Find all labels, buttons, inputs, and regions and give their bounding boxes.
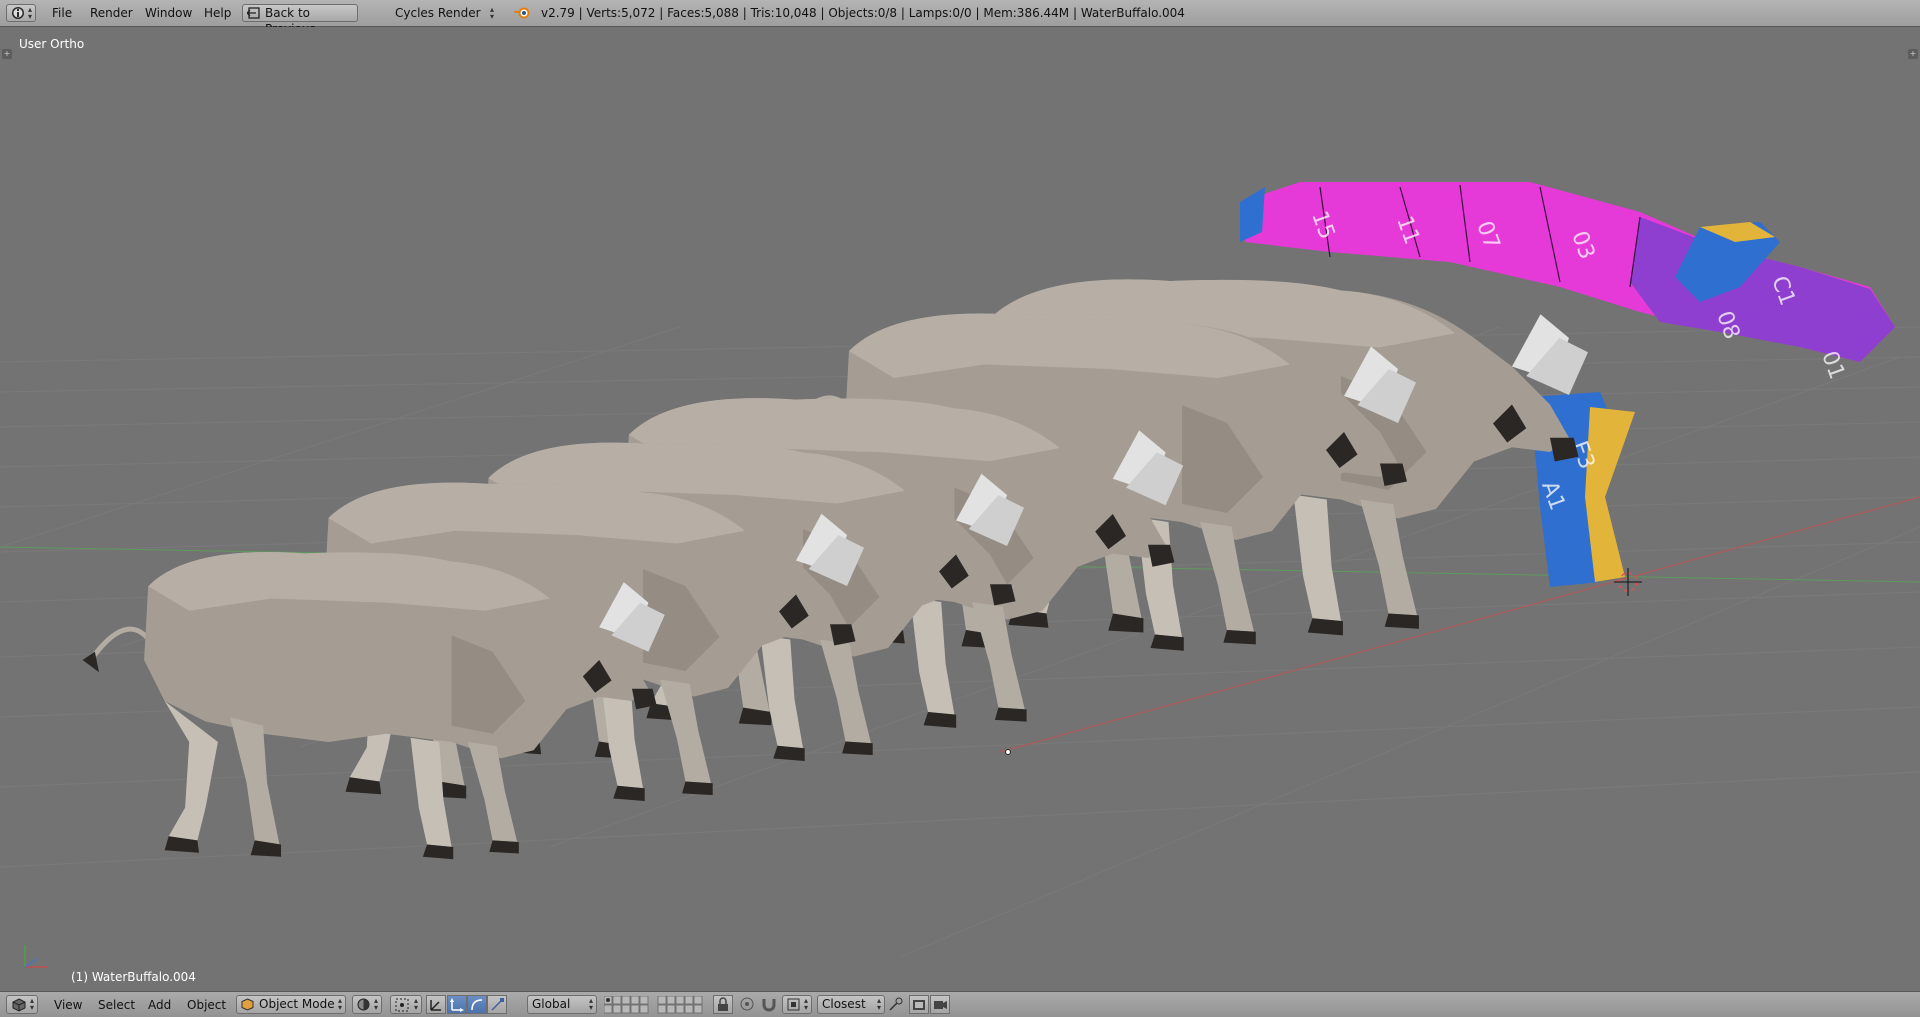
rotate-icon <box>471 999 483 1011</box>
snap-target-select[interactable]: Closest ▴ ▾ <box>817 995 885 1014</box>
lock-layers-button[interactable] <box>713 995 733 1014</box>
layers-icon <box>603 995 703 1014</box>
scene-statistics: v2.79 | Verts:5,072 | Faces:5,088 | Tris… <box>541 6 1185 20</box>
scale-manipulator-button[interactable] <box>487 995 507 1014</box>
object-origin <box>1005 749 1011 755</box>
menu-window[interactable]: Window <box>145 6 192 20</box>
menu-select[interactable]: Select <box>98 998 135 1012</box>
viewport-shading-icon <box>357 998 370 1011</box>
snap-element-icon <box>787 998 800 1011</box>
snap-options-button[interactable] <box>887 995 907 1014</box>
transform-orientation-select[interactable]: Global ▴ ▾ <box>527 995 597 1014</box>
object-mode-icon <box>241 998 254 1011</box>
chevron-updown-icon: ▴ ▾ <box>373 996 378 1012</box>
proportional-edit-icon <box>740 997 754 1011</box>
chevron-updown-icon: ▴ ▾ <box>413 996 418 1012</box>
opengl-render-animation-button[interactable] <box>930 995 950 1014</box>
back-to-previous-button[interactable]: Back to Previous <box>242 4 358 36</box>
snap-target-icon <box>889 997 903 1011</box>
pivot-point-select[interactable]: ▴ ▾ <box>390 995 422 1014</box>
chevron-updown-icon: ▴ ▾ <box>337 996 342 1012</box>
scale-icon <box>491 998 504 1011</box>
proportional-edit-button[interactable] <box>738 995 758 1014</box>
snap-toggle-button[interactable] <box>760 995 780 1014</box>
viewport-shading-select[interactable]: ▴ ▾ <box>352 995 382 1014</box>
transform-orientation-label: Global <box>532 997 571 1011</box>
pivot-icon <box>395 998 409 1012</box>
translate-icon <box>450 998 464 1012</box>
3d-viewport[interactable]: User Ortho + + 15 11 07 03 C1 08 E3 A1 0… <box>0 27 1920 991</box>
chevron-updown-icon: ▴ ▾ <box>803 996 808 1012</box>
chevron-updown-icon: ▴ ▾ <box>876 996 881 1012</box>
chevron-updown-icon: ▴ ▾ <box>27 5 32 21</box>
blender-logo-icon <box>514 7 530 19</box>
menu-object[interactable]: Object <box>187 998 226 1012</box>
render-engine-select[interactable]: Cycles Render ▴ ▾ <box>388 4 498 22</box>
interaction-mode-select[interactable]: Object Mode ▴ ▾ <box>236 995 346 1014</box>
camera-icon <box>934 1001 947 1009</box>
3d-view-header: ▴ ▾ View Select Add Object Object Mode ▴ ▾… <box>0 991 1920 1017</box>
manipulator-icon <box>430 1000 441 1011</box>
axis-gizmo <box>24 945 47 968</box>
info-header: ▴▾ File Render Window Help Back to Previ… <box>0 0 1920 36</box>
snap-target-label: Closest <box>822 997 866 1011</box>
chevron-updown-icon: ▴ ▾ <box>29 996 34 1012</box>
opengl-render-button[interactable] <box>909 995 929 1014</box>
menu-view[interactable]: View <box>54 998 82 1012</box>
menu-file[interactable]: File <box>52 6 72 20</box>
info-icon <box>12 7 24 19</box>
chevron-updown-icon: ▴ ▾ <box>489 5 494 21</box>
translate-manipulator-button[interactable] <box>447 995 467 1014</box>
active-object-label: (1) WaterBuffalo.004 <box>71 970 196 984</box>
viewport-scene: 15 11 07 03 C1 08 E3 A1 01 <box>0 182 1920 968</box>
lock-icon <box>718 997 728 1011</box>
mesh-cube-icon <box>12 998 26 1012</box>
menu-add[interactable]: Add <box>148 998 171 1012</box>
chevron-updown-icon: ▴ ▾ <box>588 996 593 1012</box>
interaction-mode-label: Object Mode <box>259 997 335 1011</box>
back-icon <box>247 7 260 19</box>
rotate-manipulator-button[interactable] <box>467 995 487 1014</box>
menu-help[interactable]: Help <box>204 6 231 20</box>
editor-type-button[interactable]: ▴ ▾ <box>6 995 38 1014</box>
layers-grid[interactable] <box>603 995 706 1014</box>
render-icon <box>913 1000 925 1010</box>
manipulator-toggle[interactable] <box>426 995 446 1014</box>
menu-render[interactable]: Render <box>90 6 133 20</box>
editor-type-button[interactable]: ▴ ▾ <box>6 4 36 22</box>
snap-magnet-icon <box>762 999 776 1012</box>
snap-element-select[interactable]: ▴ ▾ <box>782 995 812 1014</box>
render-engine-label: Cycles Render <box>395 6 481 20</box>
